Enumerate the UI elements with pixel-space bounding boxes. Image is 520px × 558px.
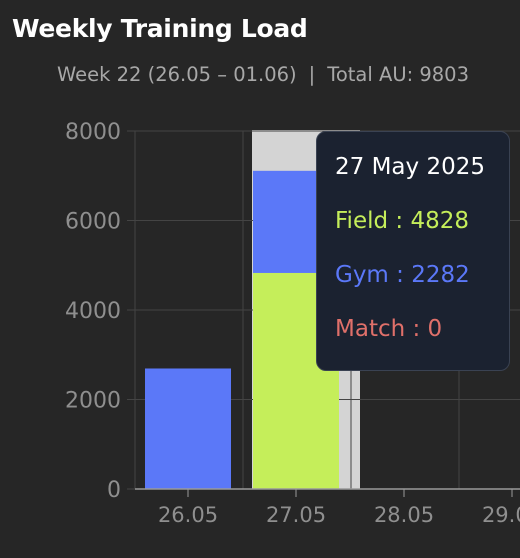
tooltip-field: Field : 4828 xyxy=(335,208,469,234)
x-tick-label: 26.05 xyxy=(158,503,218,527)
tooltip-date: 27 May 2025 xyxy=(335,154,485,180)
tooltip-match: Match : 0 xyxy=(335,316,443,342)
y-tick-label: 4000 xyxy=(65,299,121,324)
y-tick-label: 6000 xyxy=(65,210,121,235)
tooltip-gym: Gym : 2282 xyxy=(335,262,470,288)
chart-tooltip: 27 May 2025 Field : 4828 Gym : 2282 Matc… xyxy=(316,131,510,371)
x-tick-label: 27.05 xyxy=(266,503,326,527)
x-tick-label: 29.05 xyxy=(482,503,520,527)
y-tick-label: 0 xyxy=(107,478,121,503)
y-tick-label: 2000 xyxy=(65,389,121,414)
y-tick-label: 8000 xyxy=(65,120,121,145)
x-tick-label: 28.05 xyxy=(374,503,434,527)
bar-gym-26-05 xyxy=(145,368,231,489)
